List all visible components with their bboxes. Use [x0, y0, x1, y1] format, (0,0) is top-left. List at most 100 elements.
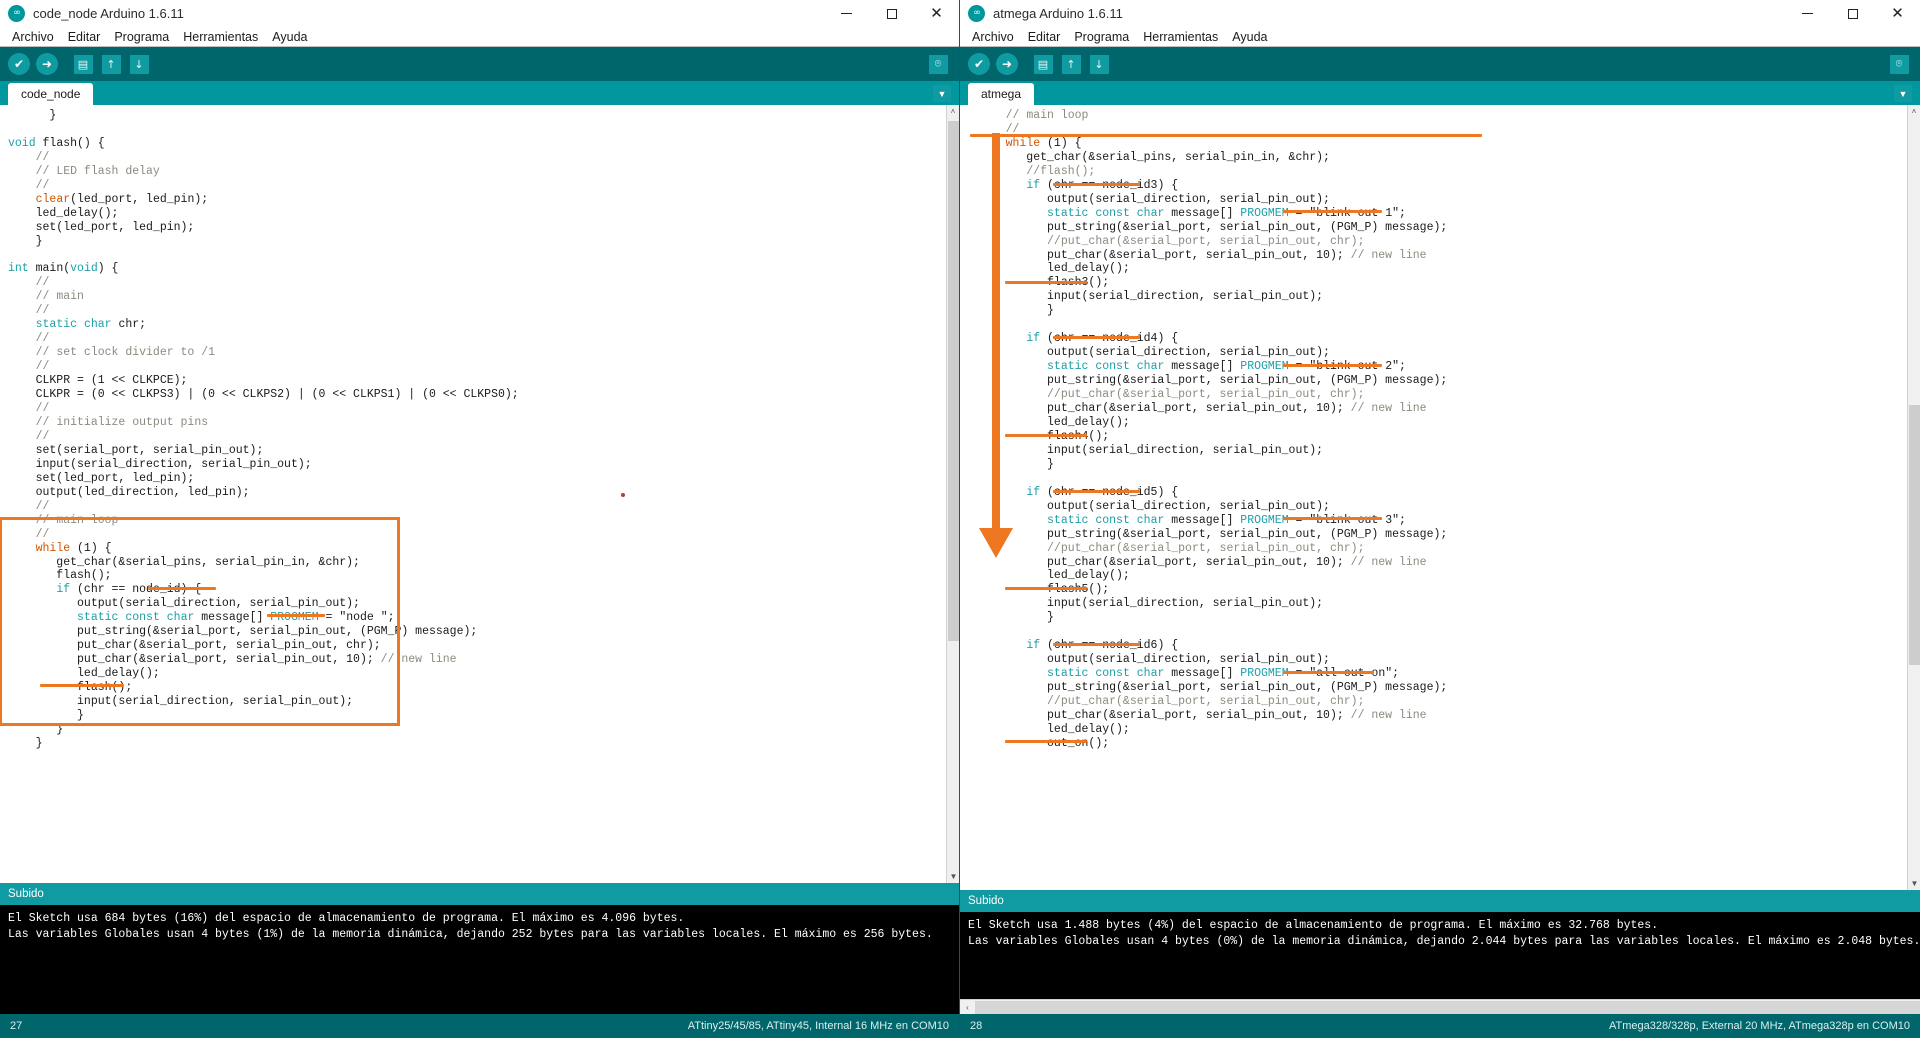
right-arrow-icon: ➜	[36, 53, 58, 75]
maximize-button-left[interactable]	[869, 0, 914, 27]
tabstrip-right: atmega ▼	[960, 81, 1920, 105]
magnifier-icon: ⌾	[928, 54, 948, 74]
caret-up-icon: ˄	[950, 107, 956, 116]
minimize-button-left[interactable]	[824, 0, 869, 27]
toolbar-right: ✔ ➜ ▤ ↑ ↓ ⌾	[960, 47, 1920, 81]
window-code-node: ∞ code_node Arduino 1.6.11 ✕ Archivo Edi…	[0, 0, 960, 1038]
window-title-left: code_node Arduino 1.6.11	[33, 6, 184, 21]
serial-monitor-button-left[interactable]: ⌾	[925, 51, 951, 77]
menu-archivo-right[interactable]: Archivo	[965, 30, 1021, 44]
chevron-down-icon: ▼	[1898, 88, 1908, 99]
menu-herramientas-left[interactable]: Herramientas	[176, 30, 265, 44]
window-title-right: atmega Arduino 1.6.11	[993, 6, 1123, 21]
chevron-down-icon: ▼	[937, 88, 947, 99]
code-editor-left[interactable]: } void flash() { // // LED flash delay /…	[0, 105, 946, 883]
scroll-up-button-left[interactable]: ˄	[947, 105, 959, 118]
tab-menu-button-left[interactable]: ▼	[933, 85, 951, 102]
serial-monitor-button-right[interactable]: ⌾	[1886, 51, 1912, 77]
titlebar-right[interactable]: ∞ atmega Arduino 1.6.11 ✕	[960, 0, 1920, 27]
hscroll-track-right[interactable]	[975, 1000, 1920, 1014]
menu-ayuda-left[interactable]: Ayuda	[265, 30, 314, 44]
save-button-right[interactable]: ↓	[1086, 51, 1112, 77]
status-left: Subido	[0, 883, 959, 905]
new-button-left[interactable]: ▤	[70, 51, 96, 77]
vertical-scrollbar-left[interactable]: ˄ ▼	[946, 105, 959, 883]
tab-code-node[interactable]: code_node	[8, 83, 94, 105]
maximize-button-right[interactable]	[1830, 0, 1875, 27]
line-number-right: 28	[970, 1020, 983, 1032]
arduino-logo-icon: ∞	[968, 5, 985, 22]
up-arrow-icon: ↑	[1061, 54, 1081, 74]
page-icon: ▤	[73, 54, 93, 74]
arduino-logo-icon: ∞	[8, 5, 25, 22]
console-line: El Sketch usa 684 bytes (16%) del espaci…	[8, 912, 685, 925]
console-line: Las variables Globales usan 4 bytes (0%)…	[968, 935, 1920, 948]
right-arrow-icon: ➜	[996, 53, 1018, 75]
titlebar-left[interactable]: ∞ code_node Arduino 1.6.11 ✕	[0, 0, 959, 27]
console-line: El Sketch usa 1.488 bytes (4%) del espac…	[968, 919, 1659, 932]
tab-menu-button-right[interactable]: ▼	[1894, 85, 1912, 102]
down-arrow-icon: ↓	[129, 54, 149, 74]
status-right: Subido	[960, 890, 1920, 912]
vertical-scrollbar-right[interactable]: ˄ ▼	[1907, 105, 1920, 890]
menubar-right: Archivo Editar Programa Herramientas Ayu…	[960, 27, 1920, 47]
board-info-left: ATtiny25/45/85, ATtiny45, Internal 16 MH…	[687, 1020, 949, 1032]
board-info-right: ATmega328/328p, External 20 MHz, ATmega3…	[1608, 1020, 1910, 1032]
down-arrow-icon: ↓	[1089, 54, 1109, 74]
up-arrow-icon: ↑	[101, 54, 121, 74]
editor-area-right: // main loop // while (1) { get_char(&se…	[960, 105, 1920, 890]
close-button-right[interactable]: ✕	[1875, 0, 1920, 27]
upload-button-left[interactable]: ➜	[34, 51, 60, 77]
check-icon: ✔	[8, 53, 30, 75]
menu-programa-left[interactable]: Programa	[107, 30, 176, 44]
menu-programa-right[interactable]: Programa	[1067, 30, 1136, 44]
upload-button-right[interactable]: ➜	[994, 51, 1020, 77]
page-icon: ▤	[1033, 54, 1053, 74]
close-icon: ✕	[1891, 4, 1904, 22]
caret-up-icon: ˄	[1911, 107, 1917, 116]
code-text-right: // main loop // while (1) { get_char(&se…	[978, 109, 1448, 750]
scroll-down-button-left[interactable]: ▼	[947, 870, 959, 883]
open-button-right[interactable]: ↑	[1058, 51, 1084, 77]
caret-left-icon: ‹	[966, 1002, 969, 1012]
cursor-dot	[621, 493, 625, 497]
scroll-thumb-right[interactable]	[1909, 405, 1920, 665]
menu-herramientas-right[interactable]: Herramientas	[1136, 30, 1225, 44]
scroll-left-button-right[interactable]: ‹	[960, 1003, 975, 1012]
scroll-up-button-right[interactable]: ˄	[1908, 105, 1920, 118]
open-button-left[interactable]: ↑	[98, 51, 124, 77]
menu-editar-left[interactable]: Editar	[61, 30, 108, 44]
bottombar-left: 27 ATtiny25/45/85, ATtiny45, Internal 16…	[0, 1014, 959, 1038]
toolbar-left: ✔ ➜ ▤ ↑ ↓ ⌾	[0, 47, 959, 81]
menu-archivo-left[interactable]: Archivo	[5, 30, 61, 44]
check-icon: ✔	[968, 53, 990, 75]
menu-editar-right[interactable]: Editar	[1021, 30, 1068, 44]
verify-button-right[interactable]: ✔	[966, 51, 992, 77]
new-button-right[interactable]: ▤	[1030, 51, 1056, 77]
console-line: Las variables Globales usan 4 bytes (1%)…	[8, 928, 933, 941]
line-number-left: 27	[10, 1020, 23, 1032]
console-left: El Sketch usa 684 bytes (16%) del espaci…	[0, 905, 959, 1014]
close-icon: ✕	[930, 4, 943, 22]
close-button-left[interactable]: ✕	[914, 0, 959, 27]
verify-button-left[interactable]: ✔	[6, 51, 32, 77]
caret-down-icon: ▼	[1910, 879, 1919, 888]
menubar-left: Archivo Editar Programa Herramientas Ayu…	[0, 27, 959, 47]
save-button-left[interactable]: ↓	[126, 51, 152, 77]
horizontal-scrollbar-right[interactable]: ‹	[960, 999, 1920, 1014]
scroll-thumb-left[interactable]	[948, 121, 959, 641]
scroll-down-button-right[interactable]: ▼	[1908, 877, 1920, 890]
caret-down-icon: ▼	[949, 872, 958, 881]
editor-area-left: } void flash() { // // LED flash delay /…	[0, 105, 959, 883]
bottombar-right: 28 ATmega328/328p, External 20 MHz, ATme…	[960, 1014, 1920, 1038]
minimize-button-right[interactable]	[1785, 0, 1830, 27]
code-text-left: } void flash() { // // LED flash delay /…	[8, 109, 519, 750]
magnifier-icon: ⌾	[1889, 54, 1909, 74]
window-atmega: ∞ atmega Arduino 1.6.11 ✕ Archivo Editar…	[960, 0, 1920, 1038]
desktop: ∞ code_node Arduino 1.6.11 ✕ Archivo Edi…	[0, 0, 1920, 1038]
tab-atmega[interactable]: atmega	[968, 83, 1035, 105]
tabstrip-left: code_node ▼	[0, 81, 959, 105]
console-right: El Sketch usa 1.488 bytes (4%) del espac…	[960, 912, 1920, 999]
code-editor-right[interactable]: // main loop // while (1) { get_char(&se…	[960, 105, 1907, 890]
menu-ayuda-right[interactable]: Ayuda	[1225, 30, 1274, 44]
